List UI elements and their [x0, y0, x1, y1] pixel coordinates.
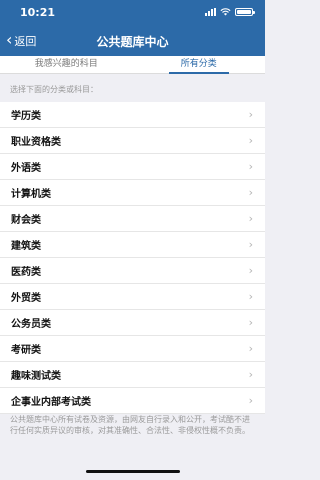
category-label: 外语类 [11, 163, 41, 174]
chevron-right-icon: › [248, 290, 253, 303]
category-label: 学历类 [11, 111, 41, 122]
category-row[interactable]: 公务员类 › [0, 310, 265, 336]
chevron-right-icon: › [248, 238, 253, 251]
category-row[interactable]: 考研类 › [0, 336, 265, 362]
category-label: 计算机类 [11, 189, 51, 200]
category-row[interactable]: 学历类 › [0, 102, 265, 128]
category-row[interactable]: 外语类 › [0, 154, 265, 180]
category-label: 公务员类 [11, 319, 51, 330]
app-header: 10:21 ‹ 返回 公共题库中心 [0, 0, 265, 56]
category-label: 趣味测试类 [11, 371, 61, 382]
chevron-right-icon: › [248, 186, 253, 199]
category-label: 外贸类 [11, 293, 41, 304]
category-row[interactable]: 医药类 › [0, 258, 265, 284]
category-row[interactable]: 计算机类 › [0, 180, 265, 206]
chevron-right-icon: › [248, 394, 253, 407]
chevron-right-icon: › [248, 108, 253, 121]
category-label: 职业资格类 [11, 137, 61, 148]
category-row[interactable]: 趣味测试类 › [0, 362, 265, 388]
category-row[interactable]: 建筑类 › [0, 232, 265, 258]
signal-icon [205, 8, 216, 16]
chevron-right-icon: › [248, 264, 253, 277]
home-indicator [86, 470, 180, 473]
chevron-right-icon: › [248, 368, 253, 381]
chevron-right-icon: › [248, 212, 253, 225]
disclaimer-text: 公共题库中心所有试卷及资源，由网友自行录入和公开，考试酷不进行任何实质异议的审核… [10, 415, 250, 435]
tab-my-interests[interactable]: 我感兴趣的科目 [0, 56, 133, 73]
section-hint: 选择下面的分类或科目： [10, 85, 98, 94]
category-label: 财会类 [11, 215, 41, 226]
chevron-right-icon: › [248, 134, 253, 147]
category-label: 企事业内部考试类 [11, 397, 91, 408]
system-icons [205, 8, 255, 16]
category-list: 学历类 › 职业资格类 › 外语类 › 计算机类 › 财会类 › 建筑类 › 医药类 › 外贸… [0, 102, 265, 414]
status-bar: 10:21 [0, 0, 265, 26]
category-label: 医药类 [11, 267, 41, 278]
tab-bar: 我感兴趣的科目 所有分类 [0, 56, 265, 74]
chevron-right-icon: › [248, 160, 253, 173]
category-row[interactable]: 财会类 › [0, 206, 265, 232]
page-title: 公共题库中心 [96, 35, 169, 49]
tab-all-categories[interactable]: 所有分类 [133, 56, 266, 74]
category-label: 建筑类 [11, 241, 41, 252]
category-row[interactable]: 企事业内部考试类 › [0, 388, 265, 414]
battery-icon [235, 8, 255, 16]
category-row[interactable]: 外贸类 › [0, 284, 265, 310]
status-time: 10:21 [20, 6, 56, 19]
chevron-right-icon: › [248, 316, 253, 329]
category-row[interactable]: 职业资格类 › [0, 128, 265, 154]
wifi-icon [220, 8, 231, 16]
nav-bar: ‹ 返回 公共题库中心 [0, 28, 265, 54]
chevron-right-icon: › [248, 342, 253, 355]
category-label: 考研类 [11, 345, 41, 356]
